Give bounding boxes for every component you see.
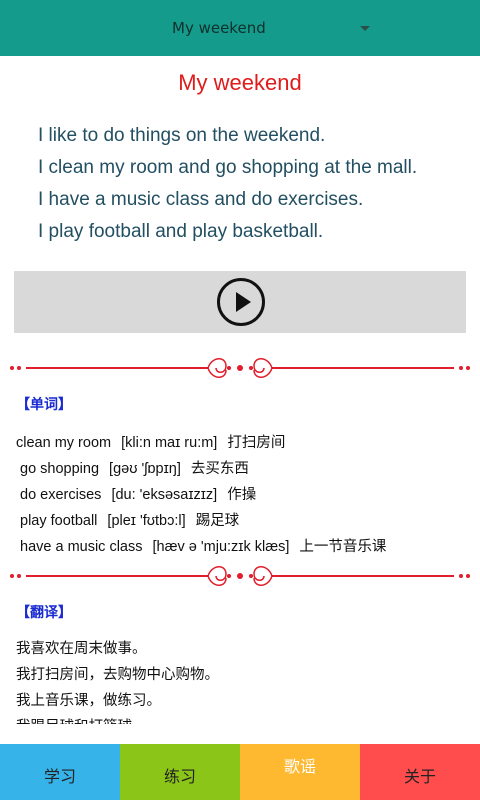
vocab-phonetic: [gəʊ 'ʃɒpɪŋ] <box>109 461 181 477</box>
lesson-line: I clean my room and go shopping at the m… <box>38 157 418 178</box>
tab-study[interactable]: 学习 <box>0 744 120 800</box>
lesson-title: My weekend <box>178 70 302 95</box>
play-button[interactable] <box>217 278 265 326</box>
lesson-line: I play football and play basketball. <box>38 221 324 242</box>
play-icon <box>236 292 251 312</box>
vocab-meaning: 踢足球 <box>195 513 240 529</box>
vocab-phonetic: [hæv ə 'mju:zɪk klæs] <box>152 539 290 555</box>
vocab-word: go shopping <box>20 461 100 477</box>
list-item: do exercises [du: 'eksəsaɪzɪz] 作操 <box>16 482 392 508</box>
vocabulary-list: clean my room [kli:n maɪ ru:m] 打扫房间 go s… <box>16 430 392 560</box>
tab-label: 练习 <box>163 767 196 786</box>
vocab-meaning: 作操 <box>227 487 257 503</box>
tab-label: 关于 <box>403 767 436 786</box>
vocab-word: clean my room <box>16 435 112 451</box>
list-item: 我打扫房间，去购物中心购物。 <box>16 667 219 683</box>
list-item: play football [pleɪ 'fʊtbɔ:l] 踢足球 <box>16 508 392 534</box>
translation-label: 【翻译】 <box>16 605 72 621</box>
vocab-phonetic: [kli:n maɪ ru:m] <box>121 435 218 451</box>
tab-label: 歌谣 <box>283 757 316 776</box>
lesson-line: I have a music class and do exercises. <box>38 189 364 210</box>
vocab-meaning: 打扫房间 <box>227 435 286 451</box>
list-item: go shopping [gəʊ 'ʃɒpɪŋ] 去买东西 <box>16 456 392 482</box>
tab-practice[interactable]: 练习 <box>120 744 240 800</box>
ornament-divider <box>10 358 470 378</box>
vocab-word: play football <box>20 513 98 529</box>
vocab-word: have a music class <box>20 539 143 555</box>
list-item: 我喜欢在周末做事。 <box>16 641 147 657</box>
ornament-divider <box>10 566 470 586</box>
list-item: 我踢足球和打篮球。 <box>16 714 476 724</box>
tab-songs[interactable]: 歌谣 <box>240 744 360 800</box>
translation-list: 我喜欢在周末做事。 我打扫房间，去购物中心购物。 我上音乐课，做练习。 我踢足球… <box>16 636 476 724</box>
vocab-meaning: 去买东西 <box>190 461 249 477</box>
lesson-dropdown[interactable]: My weekend <box>150 0 380 56</box>
vocab-word: do exercises <box>20 487 102 503</box>
lesson-dropdown-value: My weekend <box>172 19 266 37</box>
tab-about[interactable]: 关于 <box>360 744 480 800</box>
list-item: 我上音乐课，做练习。 <box>16 693 161 709</box>
list-item: clean my room [kli:n maɪ ru:m] 打扫房间 <box>16 430 392 456</box>
vocab-meaning: 上一节音乐课 <box>299 539 387 555</box>
audio-player <box>14 271 466 333</box>
lesson-line: I like to do things on the weekend. <box>38 125 326 146</box>
tab-label: 学习 <box>43 767 76 786</box>
top-toolbar: My weekend <box>0 0 480 56</box>
vocab-phonetic: [du: 'eksəsaɪzɪz] <box>111 487 218 503</box>
bottom-tab-bar: 学习 练习 歌谣 关于 <box>0 744 480 800</box>
lesson-text: I like to do things on the weekend. I cl… <box>38 120 417 248</box>
vocabulary-label: 【单词】 <box>16 397 72 413</box>
caret-down-icon <box>360 26 370 31</box>
vocab-phonetic: [pleɪ 'fʊtbɔ:l] <box>107 513 186 529</box>
